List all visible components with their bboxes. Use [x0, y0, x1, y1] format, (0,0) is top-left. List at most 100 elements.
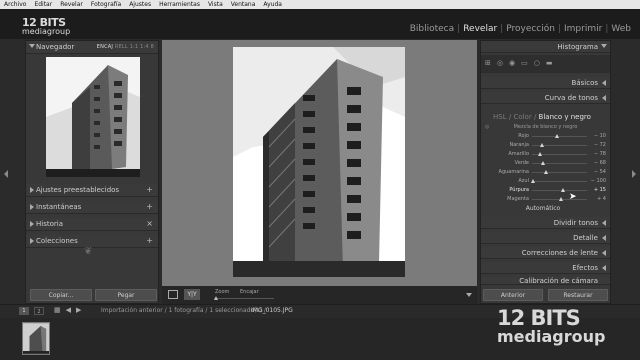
- tab-color[interactable]: Color: [513, 113, 531, 121]
- bw-slider-row[interactable]: Magenta + 4: [481, 195, 610, 204]
- right-panel-toggle-icon[interactable]: [632, 170, 636, 178]
- lens-corrections-section[interactable]: Correcciones de lente: [481, 247, 610, 259]
- fit-label: Encajar: [240, 289, 259, 295]
- navigator-preview[interactable]: [46, 57, 140, 177]
- second-window-button[interactable]: 2: [34, 307, 44, 315]
- copy-settings-button[interactable]: Copiar...: [30, 289, 92, 301]
- reset-button[interactable]: Restaurar: [548, 289, 608, 301]
- bw-slider-value[interactable]: − 68: [594, 160, 606, 166]
- bw-slider-knob[interactable]: [554, 134, 559, 138]
- nav-mode-1-1[interactable]: 1:1: [130, 44, 139, 50]
- menu-herramientas[interactable]: Herramientas: [159, 0, 200, 9]
- collapsed-triangle-icon: [30, 204, 34, 210]
- before-after-view-icon[interactable]: Y|Y: [184, 289, 200, 300]
- add-snapshot-icon[interactable]: +: [146, 201, 153, 213]
- bw-slider-value[interactable]: + 15: [594, 187, 606, 193]
- effects-section[interactable]: Efectos: [481, 262, 610, 274]
- detail-section[interactable]: Detalle: [481, 232, 610, 244]
- navigator-header[interactable]: Navegador ENCAJ RELL 1:1 1:4 8: [26, 41, 158, 54]
- bw-slider-row[interactable]: Rojo − 10: [481, 132, 610, 141]
- bw-slider-row[interactable]: Amarillo − 78: [481, 150, 610, 159]
- filmstrip-thumbnail[interactable]: [22, 322, 50, 355]
- snapshots-section[interactable]: Instantáneas +: [26, 201, 158, 214]
- bw-slider-knob[interactable]: [541, 161, 545, 165]
- filmstrip-breadcrumb[interactable]: Importación anterior / 1 fotografía / 1 …: [101, 307, 266, 314]
- module-biblioteca[interactable]: Biblioteca: [407, 24, 457, 34]
- zoom-slider[interactable]: [214, 298, 274, 299]
- paste-settings-button[interactable]: Pegar: [95, 289, 157, 301]
- bw-slider-knob[interactable]: [543, 170, 548, 174]
- bw-slider-track[interactable]: [532, 172, 587, 173]
- camera-calibration-section[interactable]: Calibración de cámara: [481, 277, 610, 285]
- graduated-filter-icon[interactable]: ▭: [521, 59, 528, 67]
- bw-slider-value[interactable]: − 10: [594, 133, 606, 139]
- bw-slider-knob[interactable]: [531, 179, 536, 183]
- bw-slider-knob[interactable]: [539, 143, 544, 147]
- module-imprimir[interactable]: Imprimir: [561, 24, 605, 34]
- module-proyeccion[interactable]: Proyección: [503, 24, 558, 34]
- add-preset-icon[interactable]: +: [146, 184, 153, 196]
- menu-fotografia[interactable]: Fotografía: [91, 0, 121, 9]
- redeye-tool-icon[interactable]: ◉: [509, 59, 515, 67]
- nav-mode-fill[interactable]: RELL: [115, 44, 128, 50]
- main-window-button[interactable]: 1: [19, 307, 29, 315]
- split-toning-section[interactable]: Dividir tonos: [481, 217, 610, 229]
- menu-archivo[interactable]: Archivo: [4, 0, 26, 9]
- bw-slider-label: Verde: [514, 160, 529, 166]
- menu-revelar[interactable]: Revelar: [60, 0, 83, 9]
- spot-removal-icon[interactable]: ◎: [497, 59, 503, 67]
- bw-slider-track[interactable]: [532, 181, 587, 182]
- crop-tool-icon[interactable]: ⊞: [485, 59, 491, 67]
- bw-slider-track[interactable]: [532, 136, 587, 137]
- menu-ajustes[interactable]: Ajustes: [129, 0, 151, 9]
- bw-slider-knob[interactable]: [558, 197, 563, 201]
- bw-slider-row[interactable]: Púrpura + 15: [481, 186, 610, 195]
- bw-slider-row[interactable]: Azul − 100: [481, 177, 610, 186]
- presets-section[interactable]: Ajustes preestablecidos +: [26, 184, 158, 197]
- nav-mode-fit[interactable]: ENCAJ: [97, 44, 113, 50]
- bw-slider-value[interactable]: − 54: [594, 169, 606, 175]
- menu-editar[interactable]: Editar: [34, 0, 52, 9]
- bw-slider-row[interactable]: Verde − 68: [481, 159, 610, 168]
- toolbar-menu-icon[interactable]: [466, 293, 472, 297]
- tone-curve-section[interactable]: Curva de tonos: [481, 92, 610, 104]
- radial-filter-icon[interactable]: ○: [534, 59, 540, 67]
- histogram-header[interactable]: Histograma: [481, 41, 610, 53]
- main-photo[interactable]: [233, 47, 405, 277]
- bw-slider-knob[interactable]: [538, 152, 543, 156]
- tab-hsl[interactable]: HSL: [493, 113, 507, 121]
- history-section[interactable]: Historia ×: [26, 218, 158, 231]
- grid-view-icon[interactable]: ▦: [54, 306, 61, 314]
- bw-slider-value[interactable]: − 72: [594, 142, 606, 148]
- forward-arrow-icon[interactable]: ▶: [76, 306, 81, 314]
- tab-black-and-white[interactable]: Blanco y negro: [539, 113, 591, 121]
- loupe-view-icon[interactable]: [168, 290, 178, 299]
- hsl-tab-bar: HSL / Color / Blanco y negro: [481, 111, 610, 123]
- menu-vista[interactable]: Vista: [208, 0, 223, 9]
- collapsed-triangle-icon: [30, 187, 34, 193]
- auto-button[interactable]: Automático: [516, 205, 570, 212]
- presets-label: Ajustes preestablecidos: [36, 186, 120, 194]
- bw-slider-value[interactable]: + 4: [597, 196, 606, 202]
- module-revelar[interactable]: Revelar: [460, 24, 500, 34]
- previous-button[interactable]: Anterior: [483, 289, 543, 301]
- zoom-slider-knob[interactable]: [214, 296, 218, 300]
- basic-section[interactable]: Básicos: [481, 77, 610, 89]
- bw-slider-knob[interactable]: [560, 188, 565, 192]
- adjustment-brush-icon[interactable]: ▬: [546, 59, 553, 67]
- back-arrow-icon[interactable]: ◀: [66, 306, 71, 314]
- clear-history-icon[interactable]: ×: [146, 218, 153, 230]
- menu-ayuda[interactable]: Ayuda: [263, 0, 282, 9]
- bw-slider-value[interactable]: − 100: [591, 178, 606, 184]
- bw-slider-row[interactable]: Naranja − 72: [481, 141, 610, 150]
- nav-mode-8[interactable]: 8: [151, 44, 154, 50]
- left-panel-toggle-icon[interactable]: [4, 170, 8, 178]
- bw-slider-track[interactable]: [532, 190, 587, 191]
- bw-slider-label: Naranja: [509, 142, 529, 148]
- add-collection-icon[interactable]: +: [146, 235, 153, 247]
- module-web[interactable]: Web: [608, 24, 634, 34]
- bw-slider-row[interactable]: Aguamarina − 54: [481, 168, 610, 177]
- bw-slider-value[interactable]: − 78: [594, 151, 606, 157]
- menu-ventana[interactable]: Ventana: [231, 0, 256, 9]
- nav-mode-1-4[interactable]: 1:4: [140, 44, 149, 50]
